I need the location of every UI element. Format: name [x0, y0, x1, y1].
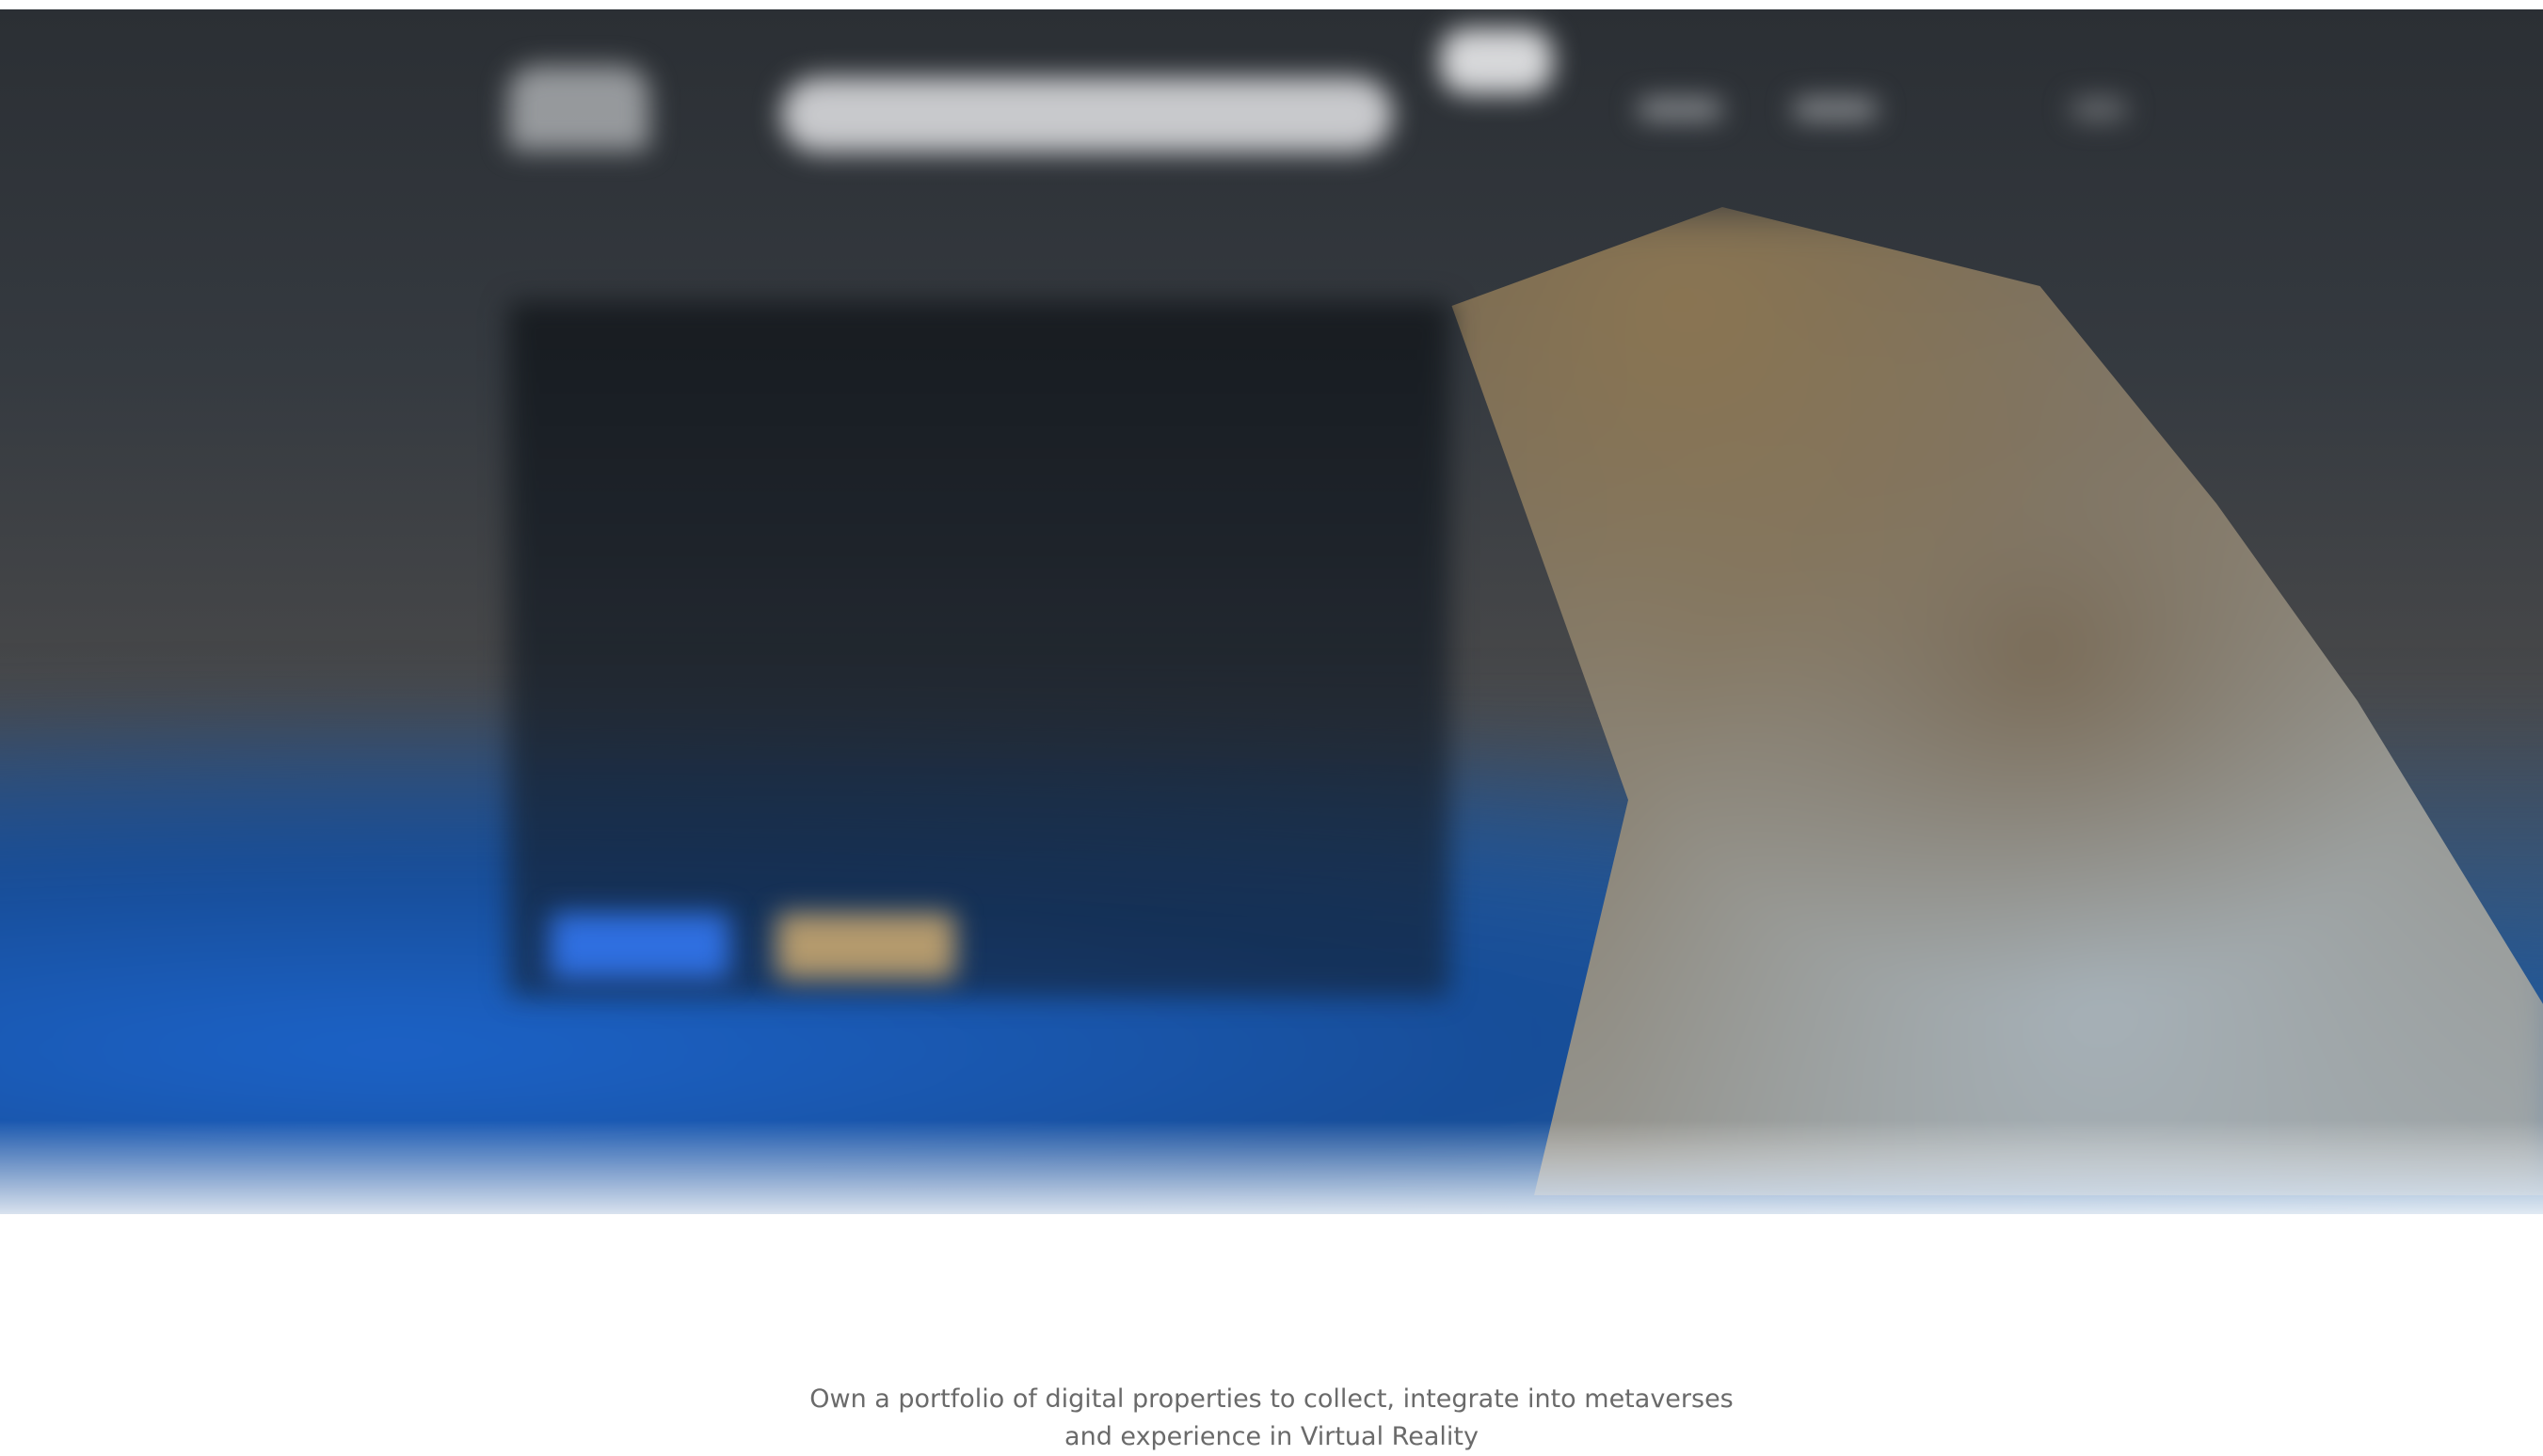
- primary-cta-button[interactable]: [551, 913, 729, 979]
- site-header: [0, 9, 2543, 188]
- hero-section: [0, 9, 2543, 1214]
- secondary-cta-button[interactable]: [776, 913, 955, 979]
- nav-item-1[interactable]: [1638, 99, 1722, 120]
- hero-bottom-fade: [0, 1120, 2543, 1214]
- top-strip: [0, 0, 2543, 9]
- intro-subheading: Own a portfolio of digital properties to…: [809, 1384, 1734, 1451]
- logo[interactable]: [508, 66, 649, 151]
- nav-pill-button[interactable]: [1440, 28, 1553, 94]
- hero-text-panel: [508, 301, 1449, 998]
- nav-item-2[interactable]: [1793, 99, 1878, 120]
- nav-item-3[interactable]: [2071, 99, 2127, 120]
- search-input[interactable]: [781, 77, 1393, 152]
